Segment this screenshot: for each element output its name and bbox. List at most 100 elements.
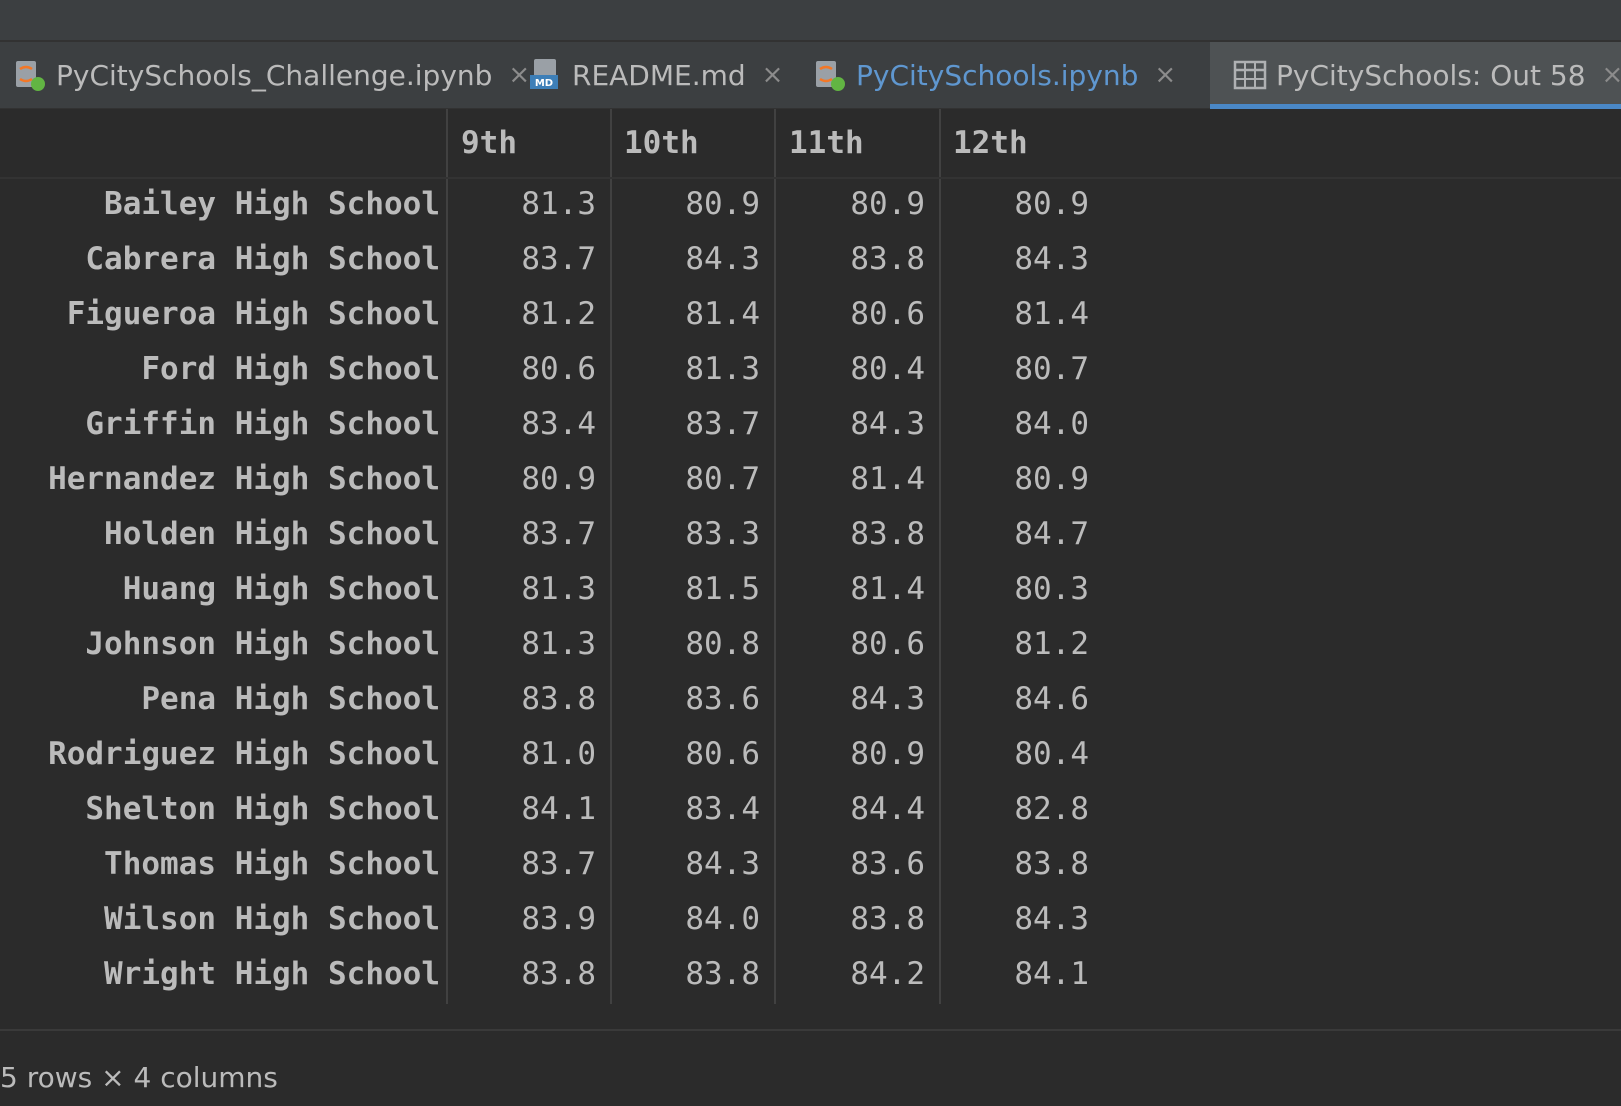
table-cell[interactable]: 81.3 bbox=[600, 342, 760, 397]
table-cell[interactable]: 81.4 bbox=[929, 287, 1089, 342]
table-cell[interactable]: 84.1 bbox=[929, 947, 1089, 1002]
table-cell[interactable]: 83.6 bbox=[765, 837, 925, 892]
table-cell[interactable]: 80.9 bbox=[929, 452, 1089, 507]
close-icon[interactable]: × bbox=[1602, 60, 1621, 90]
table-cell[interactable]: 84.3 bbox=[600, 837, 760, 892]
table-cell[interactable]: 83.8 bbox=[600, 947, 760, 1002]
table-cell[interactable]: 80.6 bbox=[765, 287, 925, 342]
row-column-count: 5 rows × 4 columns bbox=[0, 1061, 278, 1094]
window-title-bar bbox=[0, 0, 1621, 42]
table-cell[interactable]: 80.9 bbox=[600, 177, 760, 232]
table-cell[interactable]: 83.7 bbox=[600, 397, 760, 452]
jupyter-notebook-icon bbox=[816, 61, 845, 91]
row-label: Figueroa High School bbox=[66, 296, 440, 332]
table-cell[interactable]: 81.2 bbox=[929, 617, 1089, 672]
table-cell[interactable]: 84.3 bbox=[765, 672, 925, 727]
tab-label: PyCitySchools.ipynb bbox=[856, 58, 1139, 92]
table-cell[interactable]: 84.2 bbox=[765, 947, 925, 1002]
table-cell[interactable]: 80.9 bbox=[765, 177, 925, 232]
tab-pycityschools[interactable]: PyCitySchools.ipynb × bbox=[812, 42, 1176, 108]
table-cell[interactable]: 81.3 bbox=[436, 617, 596, 672]
footer-divider bbox=[0, 1029, 1621, 1031]
row-label: Wilson High School bbox=[104, 901, 440, 937]
table-cell[interactable]: 84.7 bbox=[929, 507, 1089, 562]
svg-text:MD: MD bbox=[535, 78, 553, 89]
tab-pycityschools-out-58[interactable]: PyCitySchools: Out 58 × bbox=[1210, 42, 1621, 109]
table-cell[interactable]: 83.3 bbox=[600, 507, 760, 562]
table-cell[interactable]: 80.3 bbox=[929, 562, 1089, 617]
table-cell[interactable]: 83.8 bbox=[765, 232, 925, 287]
row-label: Ford High School bbox=[141, 351, 440, 387]
table-cell[interactable]: 81.3 bbox=[436, 562, 596, 617]
table-cell[interactable]: 83.8 bbox=[765, 507, 925, 562]
table-cell[interactable]: 80.4 bbox=[929, 727, 1089, 782]
row-label: Bailey High School bbox=[104, 186, 440, 222]
column-header-12th[interactable]: 12th bbox=[953, 109, 1028, 177]
column-header-10th[interactable]: 10th bbox=[624, 109, 699, 177]
tab-label: README.md bbox=[572, 58, 746, 92]
table-cell[interactable]: 83.7 bbox=[436, 837, 596, 892]
row-label: Wright High School bbox=[104, 956, 440, 992]
row-label: Hernandez High School bbox=[48, 461, 440, 497]
row-label: Johnson High School bbox=[85, 626, 440, 662]
table-cell[interactable]: 80.7 bbox=[600, 452, 760, 507]
table-cell[interactable]: 84.3 bbox=[765, 397, 925, 452]
tab-label: PyCitySchools_Challenge.ipynb bbox=[56, 58, 493, 92]
close-icon[interactable]: × bbox=[762, 60, 784, 90]
tab-pycityschools-challenge[interactable]: PyCitySchools_Challenge.ipynb × bbox=[12, 42, 530, 108]
table-cell[interactable]: 83.9 bbox=[436, 892, 596, 947]
table-cell[interactable]: 82.8 bbox=[929, 782, 1089, 837]
editor-tab-bar: PyCitySchools_Challenge.ipynb × MD READM… bbox=[0, 42, 1621, 109]
row-label: Shelton High School bbox=[85, 791, 440, 827]
table-cell[interactable]: 80.6 bbox=[436, 342, 596, 397]
table-cell[interactable]: 81.2 bbox=[436, 287, 596, 342]
table-cell[interactable]: 80.9 bbox=[765, 727, 925, 782]
table-cell[interactable]: 81.4 bbox=[600, 287, 760, 342]
table-cell[interactable]: 84.1 bbox=[436, 782, 596, 837]
table-cell[interactable]: 81.4 bbox=[765, 452, 925, 507]
table-cell[interactable]: 81.0 bbox=[436, 727, 596, 782]
table-cell[interactable]: 84.3 bbox=[600, 232, 760, 287]
table-cell[interactable]: 83.6 bbox=[600, 672, 760, 727]
row-label: Pena High School bbox=[141, 681, 440, 717]
table-cell[interactable]: 83.8 bbox=[765, 892, 925, 947]
table-cell[interactable]: 83.7 bbox=[436, 232, 596, 287]
table-cell[interactable]: 81.5 bbox=[600, 562, 760, 617]
dataframe-table: 9th 10th 11th 12th Bailey High School 81.… bbox=[0, 109, 1621, 1029]
table-cell[interactable]: 84.3 bbox=[929, 232, 1089, 287]
tab-label: PyCitySchools: Out 58 bbox=[1276, 58, 1586, 92]
column-header-9th[interactable]: 9th bbox=[461, 109, 517, 177]
table-cell[interactable]: 81.3 bbox=[436, 177, 596, 232]
table-cell[interactable]: 80.4 bbox=[765, 342, 925, 397]
table-cell[interactable]: 80.9 bbox=[436, 452, 596, 507]
table-cell[interactable]: 84.4 bbox=[765, 782, 925, 837]
row-label: Huang High School bbox=[122, 571, 440, 607]
table-cell[interactable]: 84.0 bbox=[600, 892, 760, 947]
table-cell[interactable]: 83.8 bbox=[929, 837, 1089, 892]
table-cell[interactable]: 84.6 bbox=[929, 672, 1089, 727]
table-cell[interactable]: 83.4 bbox=[436, 397, 596, 452]
table-cell[interactable]: 83.4 bbox=[600, 782, 760, 837]
tab-readme[interactable]: MD README.md × bbox=[528, 42, 783, 108]
table-cell[interactable]: 83.8 bbox=[436, 947, 596, 1002]
row-label: Griffin High School bbox=[85, 406, 440, 442]
row-label: Holden High School bbox=[104, 516, 440, 552]
table-cell[interactable]: 80.6 bbox=[600, 727, 760, 782]
table-cell[interactable]: 80.7 bbox=[929, 342, 1089, 397]
close-icon[interactable]: × bbox=[508, 60, 530, 90]
table-cell[interactable]: 81.4 bbox=[765, 562, 925, 617]
row-label: Cabrera High School bbox=[85, 241, 440, 277]
row-label: Rodriguez High School bbox=[48, 736, 440, 772]
column-header-11th[interactable]: 11th bbox=[789, 109, 864, 177]
table-cell[interactable]: 83.8 bbox=[436, 672, 596, 727]
table-cell[interactable]: 84.3 bbox=[929, 892, 1089, 947]
close-icon[interactable]: × bbox=[1154, 60, 1176, 90]
table-cell[interactable]: 80.9 bbox=[929, 177, 1089, 232]
table-cell[interactable]: 83.7 bbox=[436, 507, 596, 562]
row-label: Thomas High School bbox=[104, 846, 440, 882]
table-cell[interactable]: 80.8 bbox=[600, 617, 760, 672]
table-cell[interactable]: 80.6 bbox=[765, 617, 925, 672]
jupyter-notebook-icon bbox=[16, 61, 45, 91]
table-cell[interactable]: 84.0 bbox=[929, 397, 1089, 452]
table-icon bbox=[1233, 60, 1267, 90]
